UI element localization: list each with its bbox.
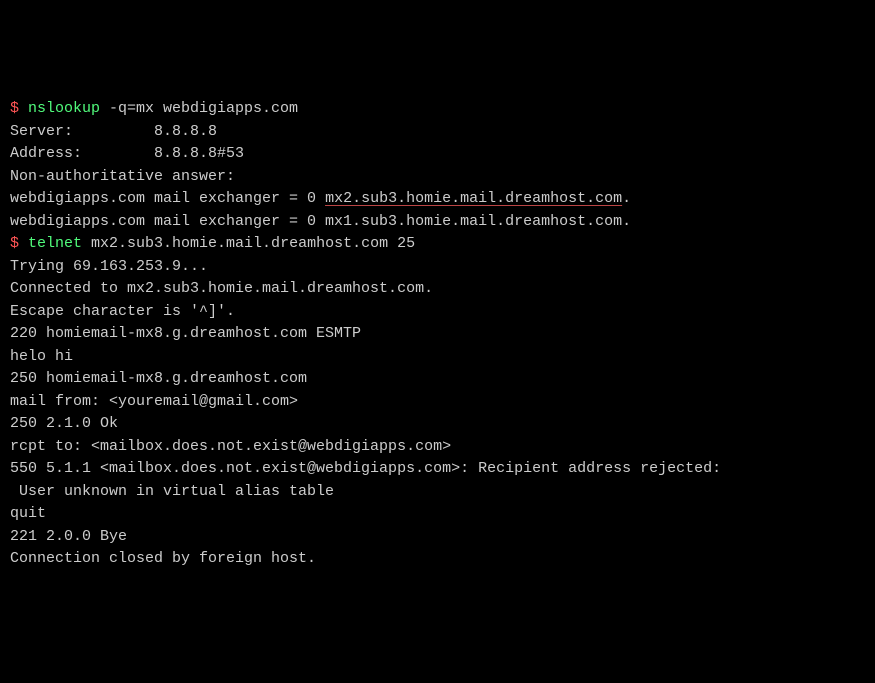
output-line: Trying 69.163.253.9... <box>10 256 865 279</box>
output-line: 550 5.1.1 <mailbox.does.not.exist@webdig… <box>10 458 865 481</box>
output-line: Connection closed by foreign host. <box>10 548 865 571</box>
command-args: mx2.sub3.homie.mail.dreamhost.com 25 <box>82 235 415 252</box>
output-line: Connected to mx2.sub3.homie.mail.dreamho… <box>10 278 865 301</box>
command-args: -q=mx webdigiapps.com <box>100 100 298 117</box>
output-line: Address: 8.8.8.8#53 <box>10 143 865 166</box>
mx-suffix: . <box>622 190 631 207</box>
output-line: Escape character is '^]'. <box>10 301 865 324</box>
output-line: 250 homiemail-mx8.g.dreamhost.com <box>10 368 865 391</box>
mx-host-underlined: mx2.sub3.homie.mail.dreamhost.com <box>325 190 622 207</box>
output-line: webdigiapps.com mail exchanger = 0 mx2.s… <box>10 188 865 211</box>
output-line: helo hi <box>10 346 865 369</box>
prompt: $ <box>10 235 28 252</box>
terminal-output: $ nslookup -q=mx webdigiapps.comServer: … <box>10 98 865 571</box>
output-line: Server: 8.8.8.8 <box>10 121 865 144</box>
output-line: quit <box>10 503 865 526</box>
mx-prefix: webdigiapps.com mail exchanger = 0 <box>10 190 325 207</box>
output-line: Non-authoritative answer: <box>10 166 865 189</box>
output-line: webdigiapps.com mail exchanger = 0 mx1.s… <box>10 211 865 234</box>
cmd-line-1: $ nslookup -q=mx webdigiapps.com <box>10 98 865 121</box>
command-name: telnet <box>28 235 82 252</box>
cmd-line-2: $ telnet mx2.sub3.homie.mail.dreamhost.c… <box>10 233 865 256</box>
output-line: mail from: <youremail@gmail.com> <box>10 391 865 414</box>
prompt: $ <box>10 100 28 117</box>
output-line: 220 homiemail-mx8.g.dreamhost.com ESMTP <box>10 323 865 346</box>
output-line: rcpt to: <mailbox.does.not.exist@webdigi… <box>10 436 865 459</box>
output-line: User unknown in virtual alias table <box>10 481 865 504</box>
output-line: 221 2.0.0 Bye <box>10 526 865 549</box>
command-name: nslookup <box>28 100 100 117</box>
output-line: 250 2.1.0 Ok <box>10 413 865 436</box>
